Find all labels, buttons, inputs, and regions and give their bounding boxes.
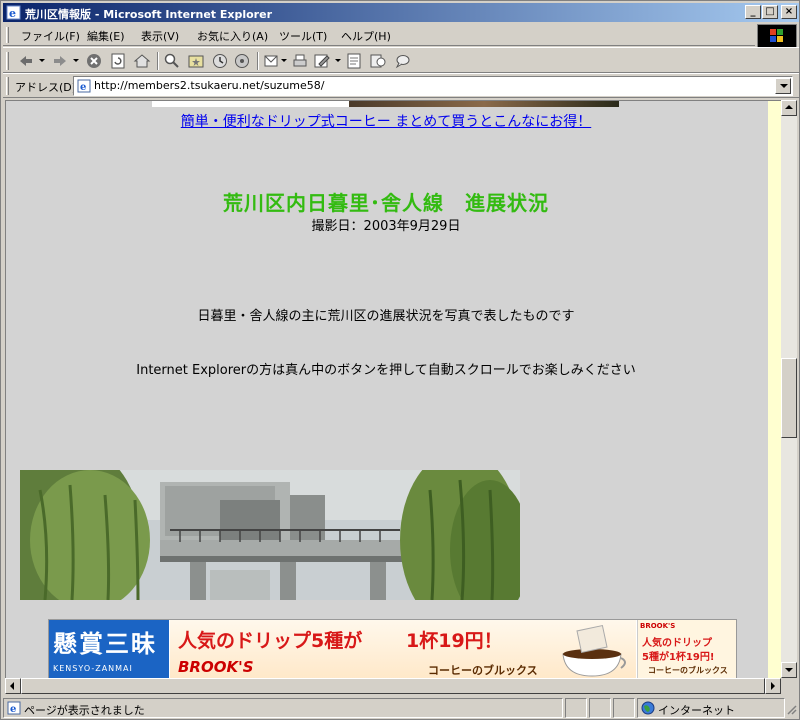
ad-main-panel[interactable]: 人気のドリップ5種が 1杯19円！ BROOK'S コーヒーのブルックス: [170, 620, 636, 678]
status-pane-blank: [613, 698, 635, 718]
print-icon[interactable]: [291, 52, 309, 70]
address-input[interactable]: e http://members2.tsukaeru.net/suzume58/: [73, 76, 793, 96]
shoot-date: 撮影日：2003年9月29日: [311, 219, 461, 234]
close-button[interactable]: ×: [781, 5, 797, 19]
discuss-icon[interactable]: [345, 52, 363, 70]
scroll-left-button[interactable]: [5, 678, 21, 694]
status-main-pane: e ページが表示されました: [3, 698, 563, 718]
kensho-zanmai-logo[interactable]: 懸賞三昧 KENSYO-ZANMAI: [49, 620, 169, 678]
ie-app-icon[interactable]: e: [6, 5, 21, 20]
status-pane-blank: [565, 698, 587, 718]
refresh-icon[interactable]: [109, 52, 127, 70]
history-icon[interactable]: [211, 52, 229, 70]
maximize-button[interactable]: □: [762, 5, 778, 19]
page-side-strip: [768, 101, 781, 678]
status-pane-blank: [589, 698, 611, 718]
ad-headline: 人気のドリップ5種が: [178, 630, 363, 652]
window-title: 荒川区情報版 - Microsoft Internet Explorer: [25, 8, 272, 21]
address-label: アドレス(D): [15, 81, 77, 94]
construction-photo: [20, 470, 520, 600]
edit-icon[interactable]: [313, 52, 331, 70]
vertical-scrollbar[interactable]: [781, 100, 797, 678]
messenger-icon[interactable]: [393, 52, 411, 70]
page-description: 日暮里・舎人線の主に荒川区の進展状況を写真で表したものです: [197, 309, 575, 324]
back-icon[interactable]: [17, 52, 35, 70]
page-icon: e: [77, 79, 91, 93]
ie-window: e 荒川区情報版 - Microsoft Internet Explorer _…: [0, 0, 800, 720]
minimize-button[interactable]: _: [745, 5, 761, 19]
ad-price: 1杯19円！: [406, 630, 503, 652]
menu-view[interactable]: 表示(V): [141, 28, 179, 44]
page-done-icon: e: [7, 701, 21, 715]
menu-favorites[interactable]: お気に入り(A): [197, 28, 268, 44]
horizontal-scroll-thumb[interactable]: [21, 678, 765, 694]
status-zone-pane: インターネット: [637, 698, 785, 718]
ad-side-line1: 人気のドリップ: [642, 638, 712, 649]
globe-icon: [641, 701, 655, 715]
menu-bar: ファイル(F) 編集(E) 表示(V) お気に入り(A) ツール(T) ヘルプ(…: [3, 24, 755, 46]
scroll-down-button[interactable]: [781, 662, 797, 678]
scroll-up-button[interactable]: [781, 100, 797, 116]
page-content[interactable]: 簡単・便利なドリップ式コーヒー まとめて買うとこんなにお得！ 荒川区内日暮里･舎…: [5, 100, 781, 678]
horizontal-scrollbar[interactable]: [5, 678, 781, 694]
ad-brand: BROOK'S: [178, 658, 254, 676]
menu-help[interactable]: ヘルプ(H): [341, 28, 391, 44]
standard-toolbar: [3, 47, 799, 73]
logo-subtitle: KENSYO-ZANMAI: [53, 664, 133, 673]
resize-grip-icon[interactable]: [785, 703, 797, 715]
coffee-cup-icon: [562, 624, 626, 677]
search-icon[interactable]: [163, 52, 181, 70]
mail-icon[interactable]: [263, 52, 281, 70]
toolbar-separator: [157, 52, 159, 70]
status-text: ページが表示されました: [24, 704, 145, 717]
favorites-icon[interactable]: [187, 52, 205, 70]
ad-side-panel[interactable]: BROOK'S 人気のドリップ 5種が1杯19円! コーヒーのブルックス: [637, 620, 736, 678]
svg-text:e: e: [9, 7, 16, 20]
menubar-grip[interactable]: [6, 27, 9, 43]
toolbar-separator: [257, 52, 259, 70]
address-url[interactable]: http://members2.tsukaeru.net/suzume58/: [94, 79, 324, 92]
forward-dropdown-icon[interactable]: [73, 59, 79, 62]
forward-icon[interactable]: [51, 52, 69, 70]
page-title: 荒川区内日暮里･舎人線 進展状況: [223, 191, 549, 215]
menu-file[interactable]: ファイル(F): [21, 28, 80, 44]
ad-side-line2: 5種が1杯19円!: [642, 652, 715, 663]
security-zone: インターネット: [658, 704, 735, 717]
ad-side-shop: コーヒーのブルックス: [648, 666, 728, 675]
menu-tools[interactable]: ツール(T): [279, 28, 327, 44]
toolbar-grip[interactable]: [6, 52, 9, 70]
vertical-scroll-thumb[interactable]: [781, 358, 797, 438]
ad-shop-name: コーヒーのブルックス: [428, 664, 538, 677]
menu-edit[interactable]: 編集(E): [87, 28, 125, 44]
logo-title: 懸賞三昧: [53, 629, 157, 658]
svg-text:e: e: [80, 82, 86, 93]
windows-logo-icon: [757, 24, 797, 48]
scroll-right-button[interactable]: [765, 678, 781, 694]
title-bar[interactable]: e 荒川区情報版 - Microsoft Internet Explorer _…: [3, 3, 799, 22]
ad-side-brand: BROOK'S: [640, 622, 676, 630]
coffee-ad-link[interactable]: 簡単・便利なドリップ式コーヒー まとめて買うとこんなにお得！: [6, 111, 766, 131]
home-icon[interactable]: [133, 52, 151, 70]
svg-text:e: e: [10, 704, 16, 715]
stop-icon[interactable]: [85, 52, 103, 70]
address-bar: アドレス(D) e http://members2.tsukaeru.net/s…: [3, 73, 799, 98]
top-banner-image[interactable]: [152, 101, 619, 107]
media-icon[interactable]: [233, 52, 251, 70]
coffee-ad-banner[interactable]: 懸賞三昧 KENSYO-ZANMAI 人気のドリップ5種が 1杯19円！ BRO…: [48, 619, 737, 679]
address-dropdown-button[interactable]: [775, 78, 791, 94]
addressbar-grip[interactable]: [6, 77, 9, 95]
mail-dropdown-icon[interactable]: [281, 59, 287, 62]
scroll-instruction: Internet Explorerの方は真ん中のボタンを押して自動スクロールでお…: [136, 363, 636, 378]
scrollbar-corner: [781, 678, 797, 694]
edit-dropdown-icon[interactable]: [335, 59, 341, 62]
status-bar: e ページが表示されました インターネット: [3, 697, 799, 719]
research-icon[interactable]: [369, 52, 387, 70]
back-dropdown-icon[interactable]: [39, 59, 45, 62]
